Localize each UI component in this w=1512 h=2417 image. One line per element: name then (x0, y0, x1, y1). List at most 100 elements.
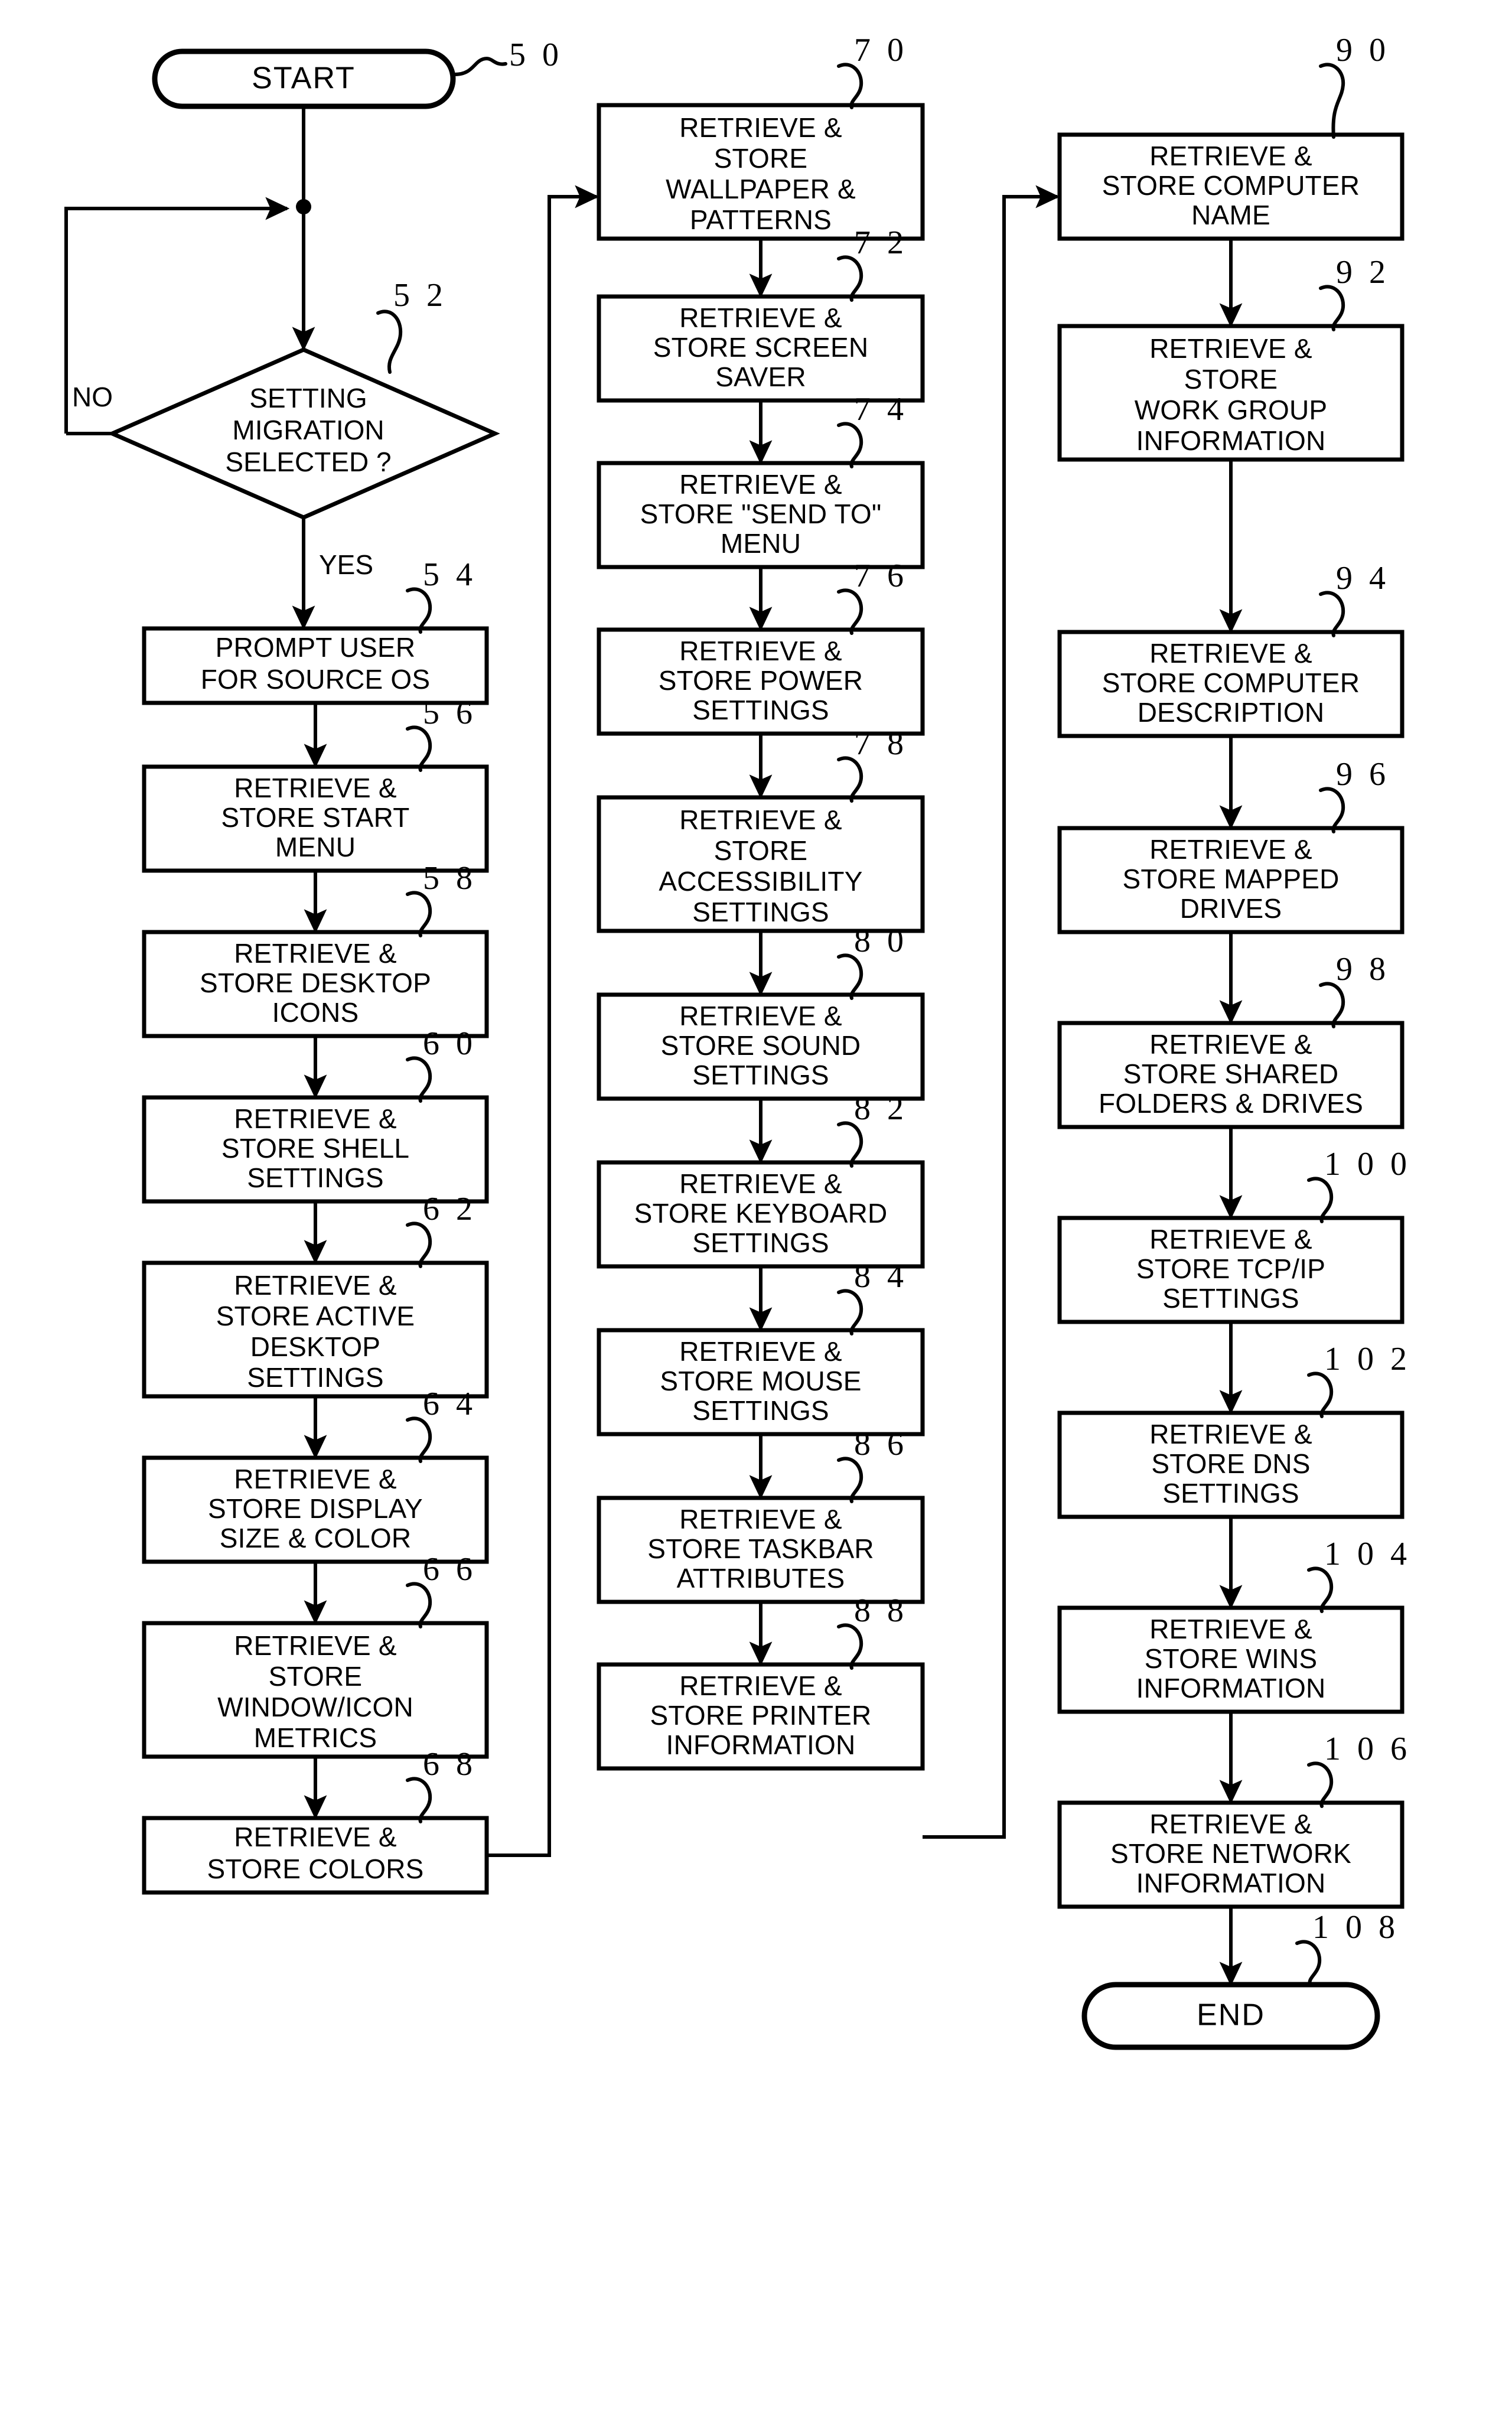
process-box-90: RETRIEVE & STORE COMPUTER NAME (1057, 132, 1405, 241)
ref-number-96: 9 6 (1336, 756, 1390, 793)
ref-number-62: 6 2 (423, 1191, 477, 1227)
box-78-line-4: SETTINGS (692, 897, 829, 927)
box-106-line-1: RETRIEVE & (1149, 1809, 1312, 1839)
decision-line-2: MIGRATION (232, 415, 384, 445)
edge-88-to-90 (923, 185, 1060, 1839)
ref-leader-52 (376, 310, 403, 374)
box-80-line-3: SETTINGS (692, 1060, 829, 1090)
box-74-line-2: STORE "SEND TO" (640, 499, 882, 529)
process-box-76: RETRIEVE & STORE POWER SETTINGS (597, 627, 925, 736)
box-104-line-3: INFORMATION (1136, 1673, 1326, 1703)
process-box-106: RETRIEVE & STORE NETWORK INFORMATION (1057, 1800, 1405, 1909)
box-60-line-3: SETTINGS (247, 1162, 384, 1193)
ref-number-68: 6 8 (423, 1746, 477, 1783)
box-98-line-2: STORE SHARED (1123, 1058, 1339, 1089)
ref-number-92: 9 2 (1336, 254, 1390, 291)
box-76-line-1: RETRIEVE & (679, 636, 842, 666)
ref-leader-102 (1307, 1372, 1334, 1418)
ref-leader-72 (837, 255, 863, 302)
box-82-line-3: SETTINGS (692, 1227, 829, 1258)
box-92-line-4: INFORMATION (1136, 425, 1326, 456)
ref-number-80: 8 0 (854, 923, 908, 959)
edge-68-to-70 (487, 185, 599, 1857)
box-106-line-3: INFORMATION (1136, 1868, 1326, 1898)
ref-leader-78 (837, 756, 863, 803)
process-box-92: RETRIEVE & STORE WORK GROUP INFORMATION (1057, 324, 1405, 462)
process-box-86: RETRIEVE & STORE TASKBAR ATTRIBUTES (597, 1496, 925, 1604)
box-86-line-2: STORE TASKBAR (647, 1533, 874, 1564)
ref-leader-62 (406, 1221, 432, 1268)
box-100-line-2: STORE TCP/IP (1136, 1253, 1325, 1284)
box-58-line-2: STORE DESKTOP (200, 968, 431, 998)
terminator-start: START (152, 48, 456, 109)
ref-number-50: 5 0 (509, 37, 563, 73)
ref-leader-74 (837, 422, 863, 468)
process-box-100: RETRIEVE & STORE TCP/IP SETTINGS (1057, 1216, 1405, 1324)
process-box-98: RETRIEVE & STORE SHARED FOLDERS & DRIVES (1057, 1021, 1405, 1129)
box-94-line-3: DESCRIPTION (1138, 697, 1325, 728)
box-64-line-1: RETRIEVE & (234, 1464, 397, 1494)
box-84-line-3: SETTINGS (692, 1395, 829, 1426)
decision-no-label: NO (72, 382, 113, 412)
process-box-60: RETRIEVE & STORE SHELL SETTINGS (142, 1095, 489, 1204)
ref-number-88: 8 8 (854, 1592, 908, 1629)
ref-leader-88 (837, 1623, 863, 1670)
box-96-line-1: RETRIEVE & (1149, 834, 1312, 865)
box-68-line-2: STORE COLORS (207, 1854, 423, 1884)
ref-leader-58 (406, 891, 432, 937)
ref-leader-70 (837, 63, 863, 109)
box-76-line-3: SETTINGS (692, 695, 829, 725)
ref-leader-106 (1307, 1761, 1334, 1808)
box-104-line-2: STORE WINS (1145, 1643, 1318, 1674)
box-54-line-2: FOR SOURCE OS (201, 664, 431, 695)
box-58-line-3: ICONS (272, 997, 359, 1028)
ref-leader-66 (406, 1582, 432, 1628)
box-62-line-4: SETTINGS (247, 1362, 384, 1393)
ref-leader-82 (837, 1121, 863, 1168)
box-80-line-2: STORE SOUND (661, 1030, 861, 1061)
box-66-line-1: RETRIEVE & (234, 1630, 397, 1661)
box-100-line-3: SETTINGS (1162, 1283, 1299, 1314)
process-box-70: RETRIEVE & STORE WALLPAPER & PATTERNS (597, 103, 925, 241)
box-72-line-1: RETRIEVE & (679, 302, 842, 333)
box-102-line-2: STORE DNS (1151, 1448, 1310, 1479)
ref-leader-68 (406, 1777, 432, 1823)
box-60-line-1: RETRIEVE & (234, 1103, 397, 1134)
terminator-end-label: END (1197, 1998, 1265, 2032)
ref-number-104: 1 0 4 (1324, 1536, 1411, 1572)
ref-leader-92 (1319, 285, 1345, 331)
box-98-line-1: RETRIEVE & (1149, 1029, 1312, 1060)
box-62-line-1: RETRIEVE & (234, 1270, 397, 1301)
box-92-line-3: WORK GROUP (1135, 395, 1328, 425)
process-box-66: RETRIEVE & STORE WINDOW/ICON METRICS (142, 1621, 489, 1759)
box-92-line-1: RETRIEVE & (1149, 333, 1312, 364)
box-78-line-2: STORE (714, 835, 808, 866)
box-62-line-2: STORE ACTIVE (216, 1301, 415, 1331)
box-102-line-1: RETRIEVE & (1149, 1419, 1312, 1449)
process-box-56: RETRIEVE & STORE START MENU (142, 764, 489, 873)
box-66-line-3: WINDOW/ICON (217, 1692, 413, 1722)
box-82-line-2: STORE KEYBOARD (634, 1198, 888, 1229)
box-72-line-2: STORE SCREEN (653, 332, 869, 363)
ref-number-58: 5 8 (423, 860, 477, 897)
box-62-line-3: DESKTOP (250, 1331, 380, 1362)
ref-number-78: 7 8 (854, 725, 908, 762)
ref-leader-60 (406, 1056, 432, 1103)
process-box-88: RETRIEVE & STORE PRINTER INFORMATION (597, 1662, 925, 1771)
box-74-line-1: RETRIEVE & (679, 469, 842, 500)
process-box-68: RETRIEVE & STORE COLORS (142, 1816, 489, 1895)
ref-leader-90 (1319, 63, 1345, 139)
box-70-line-2: STORE (714, 143, 808, 174)
ref-leader-108 (1295, 1940, 1322, 1986)
box-80-line-1: RETRIEVE & (679, 1001, 842, 1031)
process-box-54: PROMPT USER FOR SOURCE OS (142, 626, 489, 705)
box-60-line-2: STORE SHELL (221, 1133, 409, 1164)
box-58-line-1: RETRIEVE & (234, 938, 397, 969)
process-box-82: RETRIEVE & STORE KEYBOARD SETTINGS (597, 1160, 925, 1269)
box-88-line-3: INFORMATION (666, 1729, 856, 1760)
box-56-line-2: STORE START (221, 802, 409, 833)
box-78-line-3: ACCESSIBILITY (659, 866, 862, 897)
box-66-line-4: METRICS (254, 1722, 377, 1753)
box-100-line-1: RETRIEVE & (1149, 1224, 1312, 1255)
ref-number-66: 6 6 (423, 1551, 477, 1588)
